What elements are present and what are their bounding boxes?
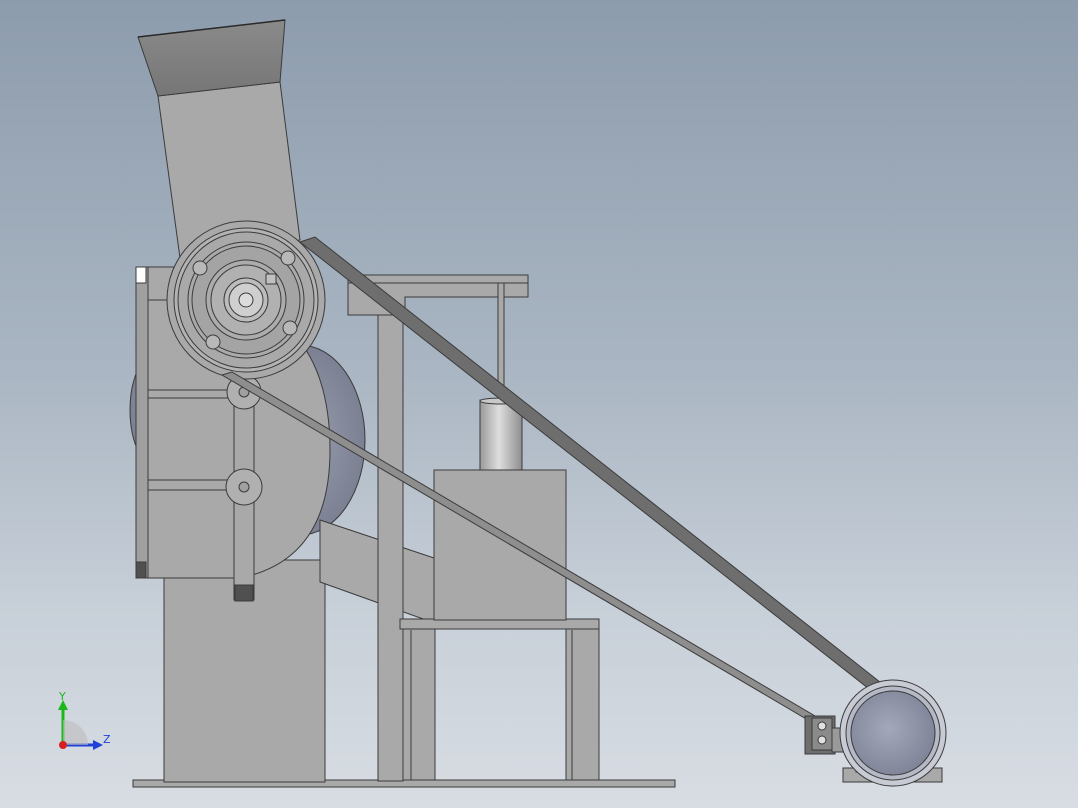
frame-post-right (565, 621, 600, 781)
crusher-assembly-drawing: Y Z (58, 19, 947, 788)
cad-viewport[interactable]: Y Z (0, 0, 1078, 808)
main-pulley (166, 220, 326, 380)
coordinate-triad: Y Z (58, 690, 111, 750)
electric-motor (804, 679, 947, 787)
frame-post-mid (402, 621, 436, 781)
frame-post-left (377, 274, 404, 782)
x-axis-dot (59, 741, 67, 749)
axis-label-y: Y (58, 690, 66, 703)
housing-flange (135, 266, 149, 579)
axis-label-z: Z (103, 733, 111, 746)
feeder-box (433, 469, 567, 621)
